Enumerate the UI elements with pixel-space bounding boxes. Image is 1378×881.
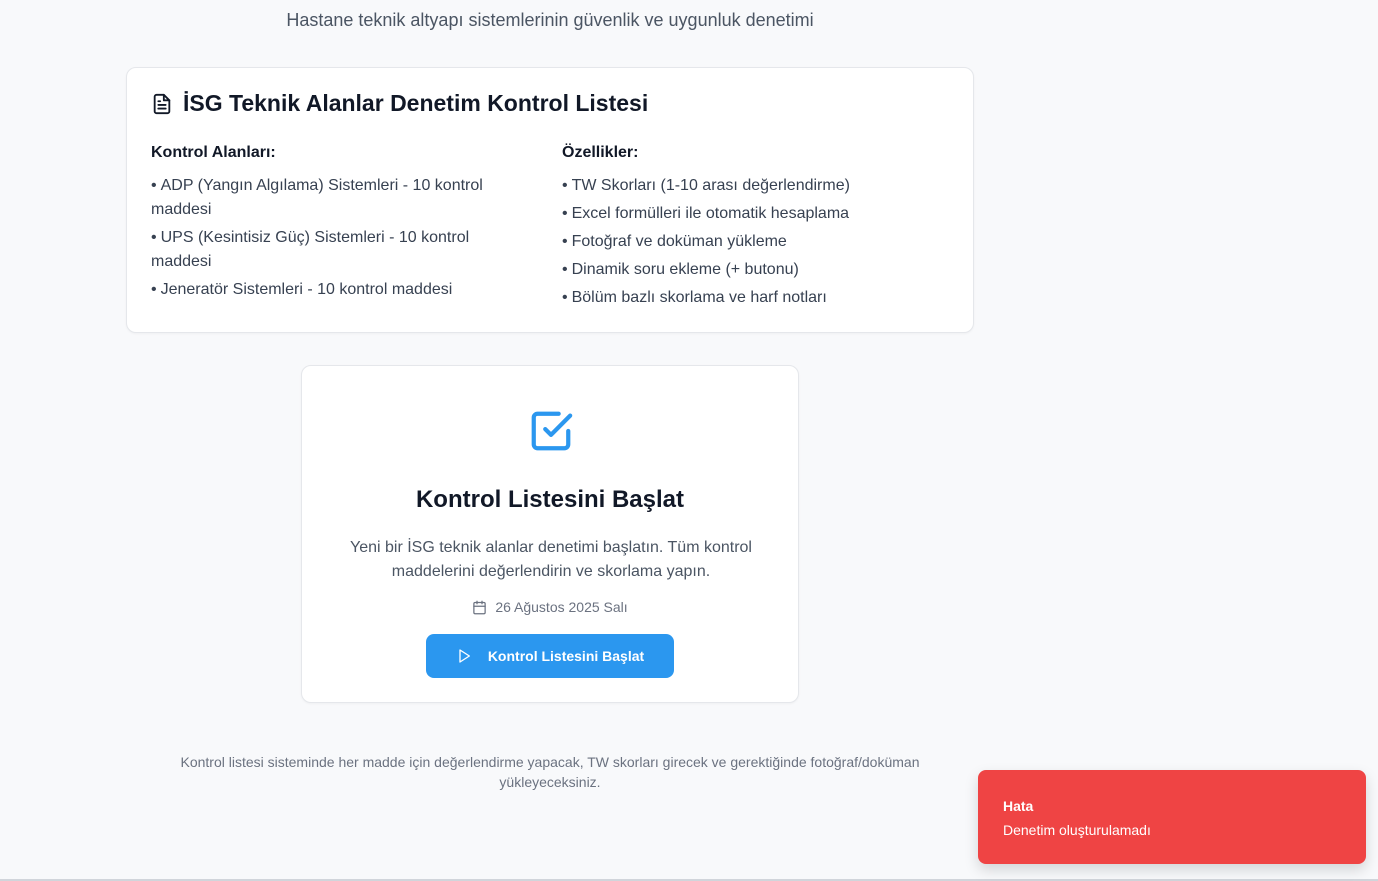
list-item: • Fotoğraf ve doküman yükleme xyxy=(562,233,787,250)
features-column: Özellikler: • TW Skorları (1-10 arası değ… xyxy=(562,144,952,314)
error-toast[interactable]: Hata Denetim oluşturulamadı xyxy=(978,770,1366,864)
list-item: • Dinamik soru ekleme (+ butonu) xyxy=(562,261,799,278)
calendar-icon xyxy=(473,600,487,614)
start-card-description: Yeni bir İSG teknik alanlar denetimi baş… xyxy=(350,539,752,580)
list-item: • UPS (Kesintisiz Güç) Sistemleri - 10 ko… xyxy=(151,229,470,270)
list-item: • Bölüm bazlı skorlama ve harf notları xyxy=(562,289,827,306)
info-card: İSG Teknik Alanlar Denetim Kontrol Liste… xyxy=(126,67,974,333)
date-row: 26 Ağustos 2025 Salı xyxy=(302,599,798,615)
start-card-title: Kontrol Listesini Başlat xyxy=(415,486,685,513)
start-checklist-button-label: Kontrol Listesini Başlat xyxy=(487,648,645,664)
list-item: • TW Skorları (1-10 arası değerlendirme) xyxy=(562,177,850,194)
start-card: Kontrol Listesini Başlat Yeni bir İSG te… xyxy=(301,365,799,703)
list-item: • Excel formülleri ile otomatik hesaplama xyxy=(562,205,850,222)
toast-message: Denetim oluşturulamadı xyxy=(1003,822,1151,838)
play-icon xyxy=(459,649,470,663)
checkbox-icon xyxy=(531,411,573,451)
page: Hastane teknik altyapı sistemlerinin güv… xyxy=(0,0,1378,881)
control-areas-list: • ADP (Yangın Algılama) Sistemleri - 10 k… xyxy=(151,174,531,302)
info-card-title-row: İSG Teknik Alanlar Denetim Kontrol Liste… xyxy=(151,90,648,117)
features-list: • TW Skorları (1-10 arası değerlendirme) … xyxy=(562,174,952,310)
footer-note: Kontrol listesi sisteminde her madde içi… xyxy=(180,754,920,790)
control-areas-heading: Kontrol Alanları: xyxy=(151,144,276,161)
toast-title: Hata xyxy=(1003,798,1034,814)
control-areas-column: Kontrol Alanları: • ADP (Yangın Algılama)… xyxy=(151,144,531,306)
features-heading: Özellikler: xyxy=(562,144,639,161)
page-subtitle: Hastane teknik altyapı sistemlerinin güv… xyxy=(286,10,814,30)
list-item: • Jeneratör Sistemleri - 10 kontrol madde… xyxy=(151,281,453,298)
start-checklist-button[interactable]: Kontrol Listesini Başlat xyxy=(426,634,674,678)
list-item: • ADP (Yangın Algılama) Sistemleri - 10 k… xyxy=(151,177,483,218)
info-card-title: İSG Teknik Alanlar Denetim Kontrol Liste… xyxy=(183,90,649,116)
document-icon xyxy=(153,93,171,114)
date-text: 26 Ağustos 2025 Salı xyxy=(495,599,628,615)
